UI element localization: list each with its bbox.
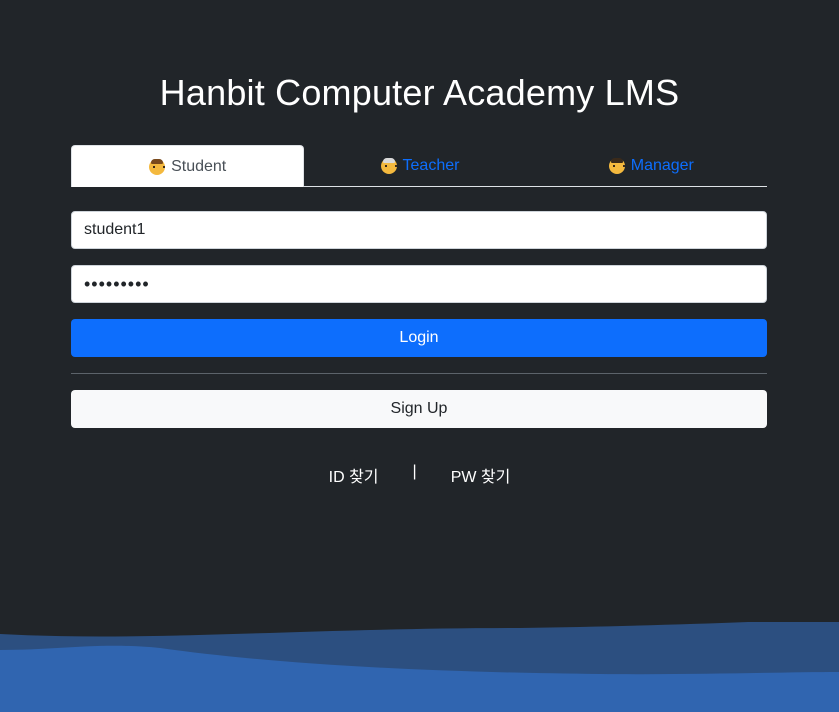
find-pw-link[interactable]: PW 찾기	[451, 463, 511, 487]
password-input[interactable]: •••••••••	[71, 265, 767, 303]
tab-teacher-label: Teacher	[402, 156, 460, 174]
footer-wave	[0, 622, 839, 712]
tab-teacher[interactable]: Teacher	[304, 145, 535, 186]
tab-student-label: Student	[171, 157, 227, 175]
find-links: ID 찾기 | PW 찾기	[0, 463, 839, 487]
manager-face-icon	[608, 157, 625, 174]
tab-manager-label: Manager	[630, 156, 694, 174]
login-button[interactable]: Login	[71, 319, 767, 357]
id-input[interactable]: student1	[71, 211, 767, 249]
link-separator: |	[412, 463, 417, 480]
tab-student[interactable]: Student	[71, 145, 305, 187]
student-face-icon	[149, 158, 166, 175]
page-title: Hanbit Computer Academy LMS	[159, 72, 680, 113]
tab-manager[interactable]: Manager	[536, 145, 767, 186]
teacher-face-icon	[380, 157, 397, 174]
login-page: Hanbit Computer Academy LMS Student Teac…	[0, 0, 839, 712]
find-id-link[interactable]: ID 찾기	[329, 463, 379, 487]
signup-button[interactable]: Sign Up	[71, 390, 767, 428]
role-tabs: Student Teacher Manager	[71, 145, 767, 187]
divider	[71, 373, 767, 374]
